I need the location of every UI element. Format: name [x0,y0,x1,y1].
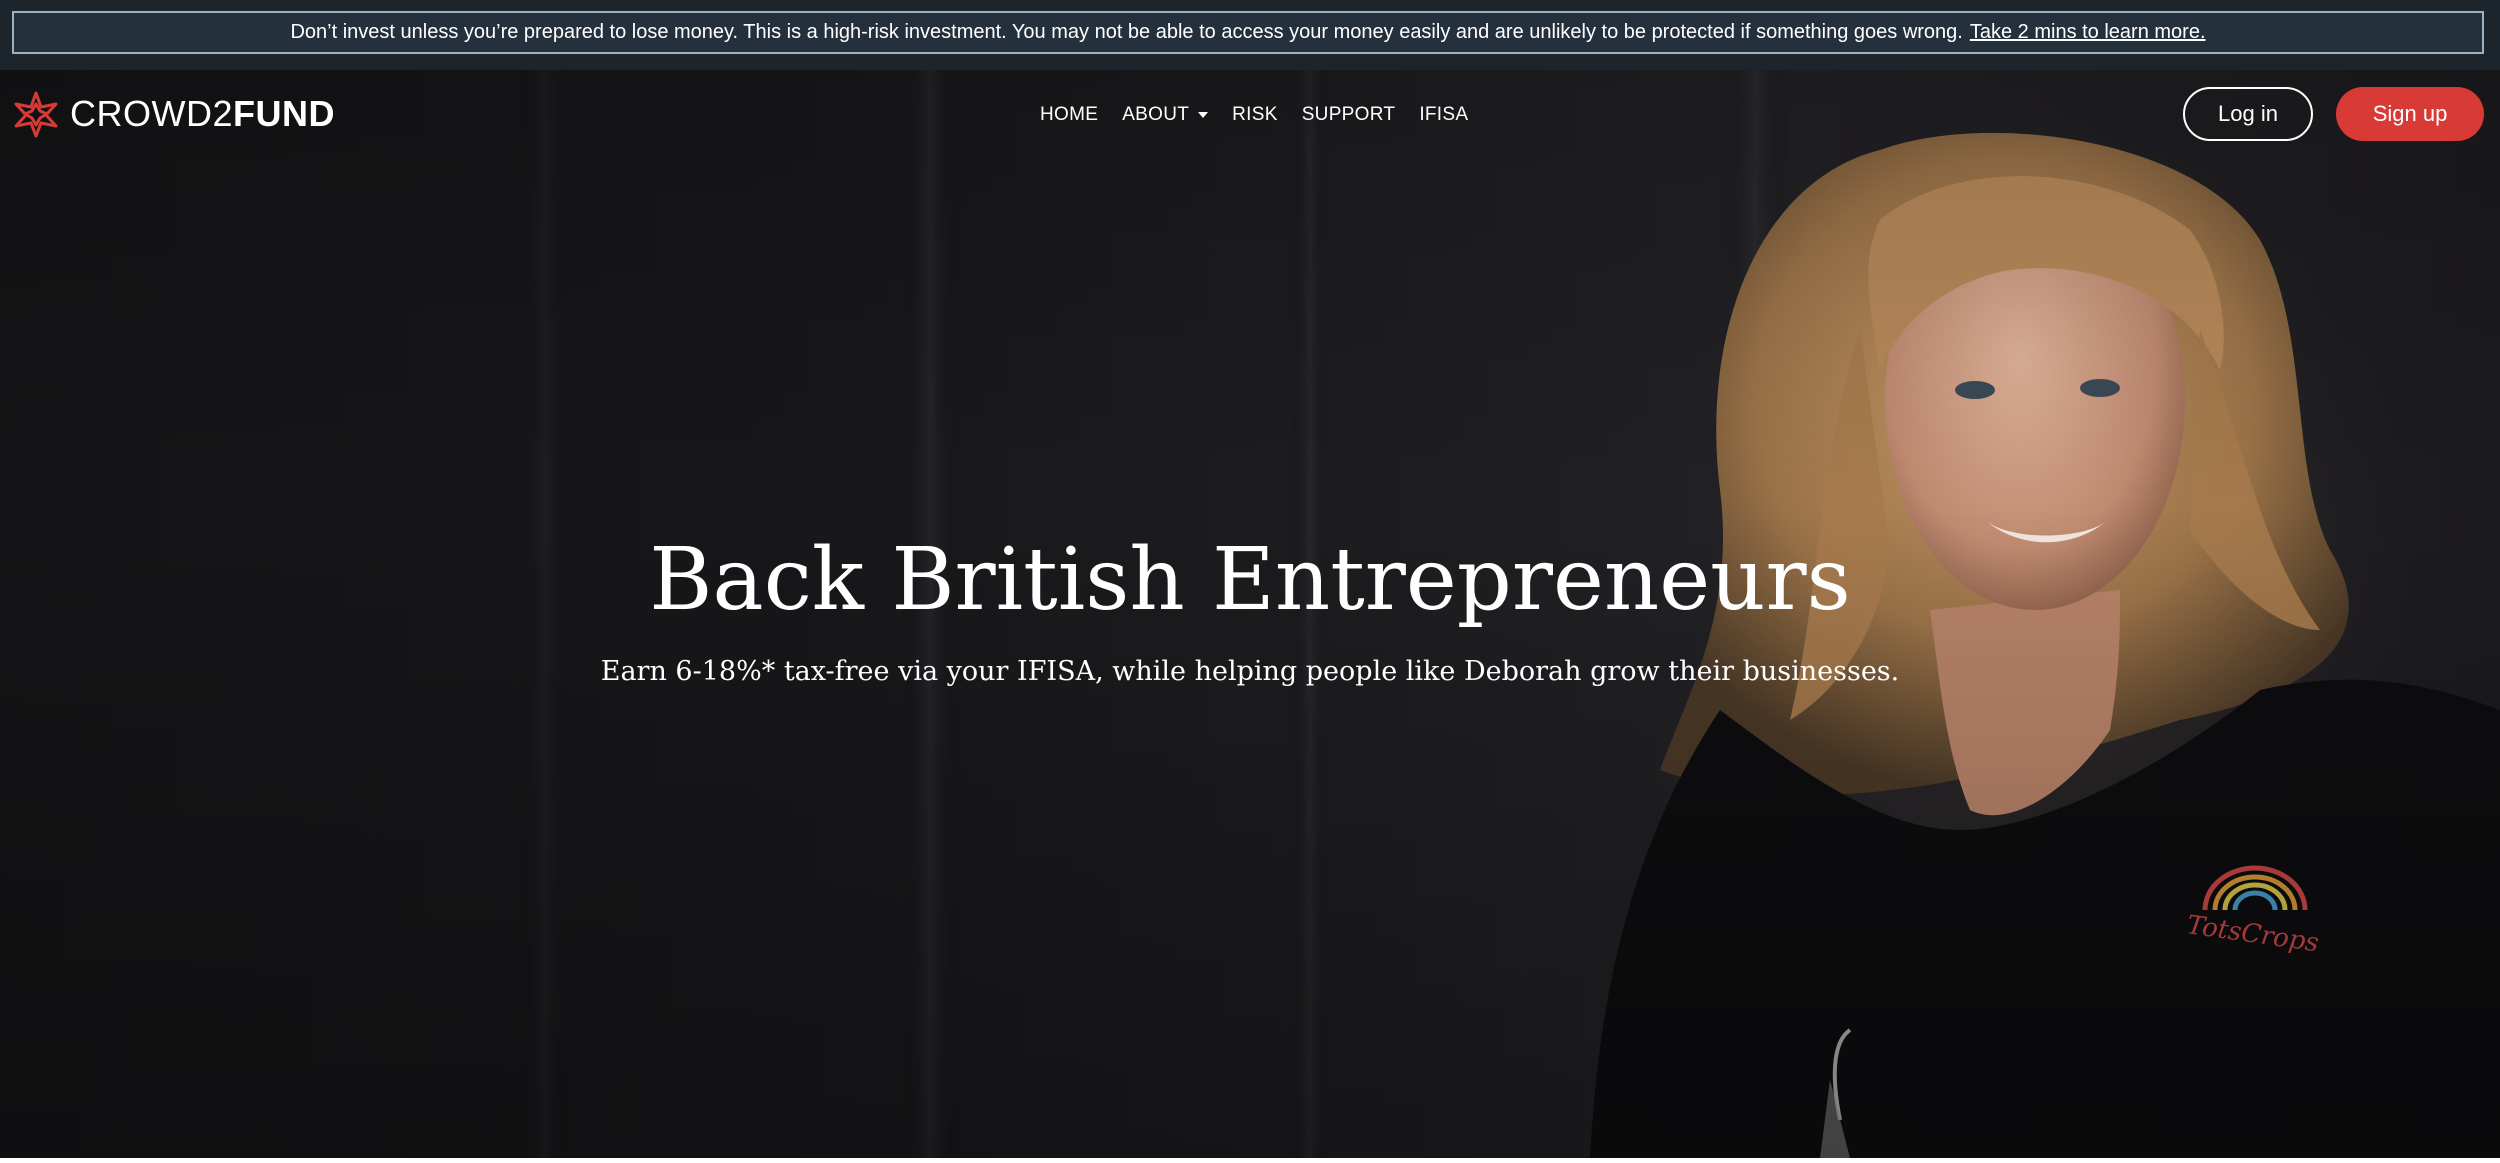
hero-subtitle: Earn 6-18%* tax-free via your IFISA, whi… [600,656,1900,687]
hero-title: Back British Entrepreneurs [649,530,1851,630]
nav-about[interactable]: ABOUT [1122,104,1209,126]
nav-ifisa[interactable]: IFISA [1419,104,1468,126]
risk-warning-box: Don’t invest unless you’re prepared to l… [12,11,2484,54]
brand-logo[interactable]: CROWD2FUND [12,88,335,140]
main-nav: HOME ABOUT RISK SUPPORT IFISA [1040,100,1492,130]
brand-name-bold: FUND [233,93,335,134]
nav-support[interactable]: SUPPORT [1302,104,1396,126]
page: Don’t invest unless you’re prepared to l… [0,0,2500,1163]
nav-about-label: ABOUT [1122,104,1190,125]
nav-ifisa-label: IFISA [1419,104,1469,125]
brand-name: CROWD2FUND [70,93,335,135]
risk-warning-bar: Don’t invest unless you’re prepared to l… [0,0,2500,70]
signup-button[interactable]: Sign up [2336,87,2484,141]
risk-warning-text: Don’t invest unless you’re prepared to l… [290,21,1963,43]
brand-name-light: CROWD2 [70,93,233,134]
nav-support-label: SUPPORT [1301,104,1396,125]
nav-home-label: HOME [1040,104,1099,125]
login-button[interactable]: Log in [2183,87,2313,141]
caret-down-icon [1198,112,1209,118]
nav-risk-label: RISK [1232,104,1278,125]
learn-more-link[interactable]: Take 2 mins to learn more. [1970,21,2206,44]
star-flower-icon [14,91,58,138]
nav-risk[interactable]: RISK [1232,104,1278,126]
nav-home[interactable]: HOME [1040,104,1098,126]
